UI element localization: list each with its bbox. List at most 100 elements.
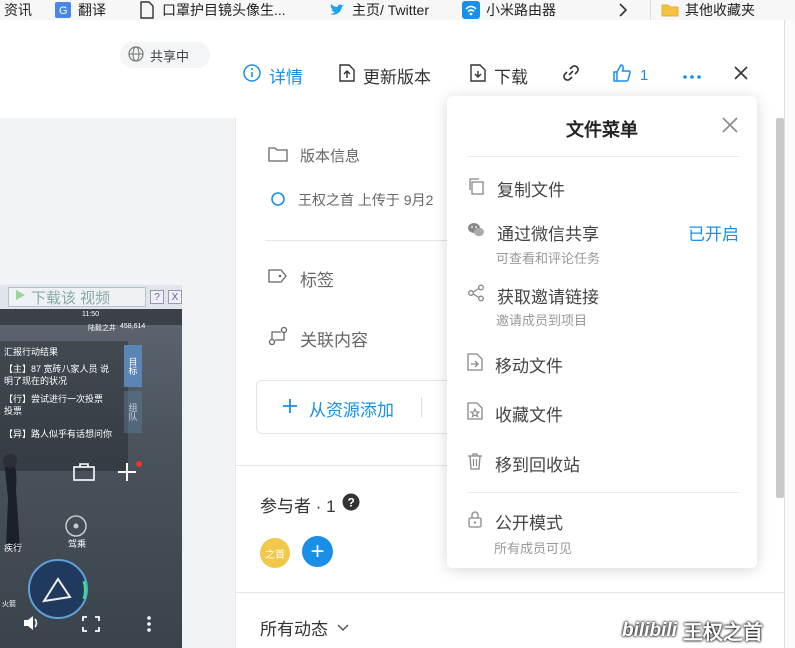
menu-item-label: 复制文件 — [497, 181, 565, 200]
close-panel-button[interactable] — [733, 61, 749, 89]
chevron-down-icon — [336, 618, 350, 638]
file-menu: 文件菜单 复制文件 通过微信共享 已开启 可查看和评论任务 获取邀请链接 邀请成… — [447, 96, 757, 568]
share-status-label: 共享中 — [150, 48, 190, 64]
divider — [421, 397, 422, 417]
bookmarks-overflow-chevron-icon[interactable] — [618, 0, 628, 20]
lock-icon — [467, 510, 483, 533]
page-icon — [138, 1, 156, 19]
bookmark-translate[interactable]: G 翻译 — [54, 0, 106, 20]
plus-icon — [281, 397, 299, 420]
download-video-button[interactable]: 下载该 视频 — [8, 287, 146, 307]
menu-item-sub: 可查看和评论任务 — [496, 251, 601, 266]
tag-icon — [268, 268, 288, 289]
like-button[interactable]: 1 — [612, 61, 648, 89]
bookmark-label: 小米路由器 — [486, 2, 556, 18]
add-from-resource-button[interactable]: 从资源添加 — [281, 396, 394, 421]
help-icon[interactable]: ? — [342, 493, 360, 516]
activity-filter-dropdown[interactable]: 所有动态 — [260, 615, 350, 640]
video-more-icon[interactable] — [146, 615, 152, 636]
update-version-button[interactable]: 更新版本 — [339, 61, 431, 89]
add-from-resource-label: 从资源添加 — [309, 401, 394, 420]
menu-item-public-mode[interactable]: 公开模式 — [467, 509, 563, 534]
version-info-label: 版本信息 — [300, 148, 361, 165]
participant-avatar[interactable]: 之首 — [260, 538, 290, 568]
more-button[interactable] — [682, 61, 702, 89]
panel-scrollbar[interactable] — [776, 118, 784, 498]
folder-icon — [661, 1, 679, 19]
update-version-label: 更新版本 — [363, 67, 431, 87]
close-icon — [721, 117, 739, 137]
menu-item-copy-file[interactable]: 复制文件 — [467, 176, 565, 201]
download-button[interactable]: 下载 — [470, 61, 528, 89]
file-menu-title: 文件菜单 — [566, 120, 638, 140]
menu-item-wechat-share[interactable]: 通过微信共享 已开启 — [467, 220, 739, 245]
uploader-name: 王权之首 — [682, 622, 763, 644]
share-nodes-icon — [467, 284, 485, 307]
add-participant-button[interactable]: + — [302, 536, 333, 567]
video-close-button[interactable]: X — [168, 290, 182, 304]
game-skill-label: 疾行 — [4, 543, 23, 553]
fullscreen-icon[interactable] — [82, 616, 100, 635]
video-overlay: 下载该 视频 ? X 11:50 陆毅之井 458,614 汇报行动结果 【主】… — [0, 285, 182, 648]
divider — [235, 592, 784, 593]
folder-outline-icon — [268, 146, 288, 166]
info-icon — [243, 63, 261, 87]
bookmark-label: 其他收藏夹 — [685, 2, 755, 18]
bookmark-xiaomi-router[interactable]: 小米路由器 — [462, 0, 556, 20]
plus-icon: + — [310, 537, 325, 565]
avatar-text: 之首 — [265, 549, 285, 561]
bookmark-news[interactable]: 资讯 — [4, 0, 32, 20]
twitter-icon — [328, 1, 346, 19]
copy-link-button[interactable] — [561, 61, 581, 89]
menu-item-label: 公开模式 — [495, 514, 563, 533]
link-icon — [561, 63, 581, 88]
tags-row[interactable]: 标签 — [268, 266, 334, 291]
bookmark-mask-avatar[interactable]: 口罩护目镜头像生... — [138, 0, 286, 20]
menu-item-favorite-file[interactable]: 收藏文件 — [467, 401, 563, 426]
window-edge — [784, 20, 795, 648]
upload-file-icon — [339, 63, 355, 87]
participants-heading: 参与者 · 1 ? — [260, 492, 360, 517]
bookmark-twitter[interactable]: 主页/ Twitter — [328, 0, 429, 20]
menu-item-sub: 邀请成员到项目 — [496, 313, 588, 328]
bookmark-label: 资讯 — [4, 2, 32, 18]
menu-item-label: 移动文件 — [495, 357, 563, 376]
share-status-pill[interactable]: 共享中 — [120, 42, 210, 68]
star-file-icon — [467, 402, 483, 425]
upload-record-text: 王权之首 上传于 9月2 — [298, 192, 434, 208]
game-rocket-label: 火箭 — [2, 601, 16, 608]
bookmark-label: 口罩护目镜头像生... — [162, 2, 286, 18]
tags-label: 标签 — [300, 271, 334, 290]
chat-line: 明了现在的状况 — [4, 376, 68, 386]
menu-item-sub: 所有成员可见 — [494, 541, 573, 556]
volume-icon[interactable] — [22, 614, 42, 635]
menu-close-button[interactable] — [721, 116, 739, 137]
timeline-dot-icon — [270, 191, 286, 210]
globe-icon — [128, 45, 144, 65]
game-team-tab: 组队 — [124, 391, 142, 433]
move-file-icon — [467, 353, 483, 376]
bookmark-other-favorites[interactable]: 其他收藏夹 — [650, 0, 755, 20]
like-count: 1 — [640, 66, 649, 84]
related-content-row[interactable]: 关联内容 — [268, 326, 368, 351]
menu-item-move-file[interactable]: 移动文件 — [467, 352, 563, 377]
menu-item-invite-link[interactable]: 获取邀请链接 — [467, 283, 599, 308]
details-button[interactable]: 详情 — [243, 61, 303, 89]
menu-item-label: 获取邀请链接 — [497, 288, 599, 307]
play-icon — [13, 288, 27, 306]
more-dots-icon — [682, 65, 702, 85]
version-info-row[interactable]: 版本信息 — [268, 145, 360, 166]
chat-line: 【异】路人似乎有话想问你 — [4, 429, 113, 439]
bookmark-label: 翻译 — [78, 2, 106, 18]
trash-icon — [467, 452, 483, 475]
menu-item-label: 移到回收站 — [495, 456, 580, 475]
wechat-icon — [467, 221, 485, 244]
video-help-button[interactable]: ? — [150, 290, 164, 304]
chat-line: 汇报行动结果 — [4, 347, 59, 357]
game-clock: 11:50 — [82, 311, 99, 318]
divider — [467, 492, 739, 493]
relation-icon — [268, 326, 288, 351]
divider — [265, 240, 447, 241]
menu-item-move-to-trash[interactable]: 移到回收站 — [467, 451, 580, 476]
download-file-icon — [470, 63, 486, 87]
